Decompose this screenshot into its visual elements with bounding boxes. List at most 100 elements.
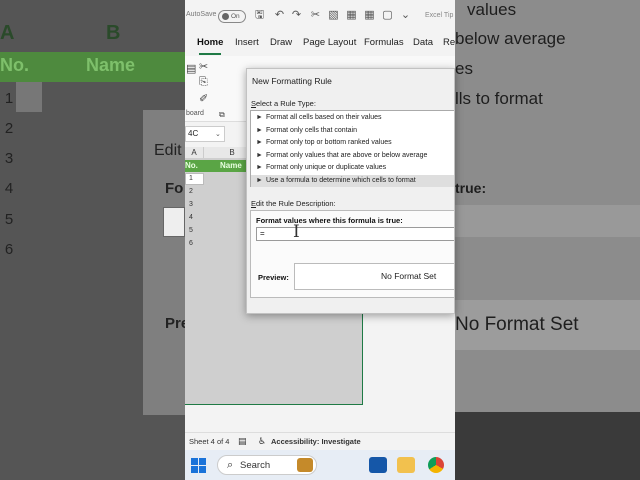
cut-icon[interactable]: ✂ [309,9,322,22]
borders-icon[interactable]: ▢ [381,9,394,22]
bg-dialog-edge: Edit Fo Pre [143,110,189,415]
arrow-icon: ► [256,114,263,121]
autosave-toggle[interactable]: On [218,10,246,23]
tab-home[interactable]: Home [197,37,223,48]
search-label: Search [240,460,271,471]
arrow-icon: ► [256,139,263,146]
new-formatting-rule-dialog: New Formatting Rule Select a Rule Type: … [246,68,455,314]
rule-type-list[interactable]: ► Format all cells based on their values … [250,110,454,187]
preview-label: Preview: [258,273,289,282]
arrow-icon: ► [256,126,263,134]
column-header-a[interactable]: A [185,147,204,158]
ribbon-tabs: Home Insert Draw Page Layout Formulas Da… [185,34,455,54]
bg-text: lls to format [455,89,543,108]
bg-row-number: 2 [4,120,14,137]
search-icon: ⌕ [227,459,234,471]
paste-icon[interactable]: ▤ [186,62,196,75]
bg-cell [16,82,42,112]
rule-type-item[interactable]: ► Format only top or bottom ranked values [251,137,454,150]
bg-formula-strip [455,205,640,237]
format-painter-icon[interactable]: ▧ [327,9,340,22]
tab-data[interactable]: Data [413,37,433,48]
taskbar-search[interactable]: ⌕ Search [217,455,317,475]
file-explorer-icon[interactable] [397,457,415,473]
rule-type-item[interactable]: ► Format only values that are above or be… [251,150,454,163]
rule-type-item[interactable]: ► Format only cells that contain [251,125,454,138]
bg-row-number: 1 [4,90,14,107]
sheet-indicator: Sheet 4 of 4 [189,437,230,446]
tab-review[interactable]: Rev [443,37,455,48]
save-icon[interactable]: 🖫 [253,9,266,22]
chevron-down-icon[interactable]: ⌄ [215,130,221,138]
bg-text: values [467,0,517,19]
bg-header-name: Name [86,55,136,75]
dialog-launcher-icon[interactable]: ⧉ [219,110,225,120]
copy-icon[interactable]: ⎘ [199,76,208,89]
search-highlight-icon [297,458,313,472]
bg-row-number: 4 [4,180,14,197]
grid-icon[interactable]: ▦ [363,9,376,22]
bg-text: below average [455,29,566,48]
dialog-title: New Formatting Rule [252,76,332,86]
clipboard-group-label: board [186,110,204,117]
bg-column-b: B [106,22,121,44]
arrow-icon: ► [256,164,263,171]
row-number: 1 [189,175,193,182]
bg-header-row: No. Name [0,52,185,82]
file-title: Excel Tip [425,12,454,19]
autosave-label: AutoSave [186,11,217,18]
row-number: 3 [189,201,193,208]
screen: A B No. Name 1 2 3 4 5 6 Edit Fo Pre val… [0,0,640,480]
bg-format-label: Fo [165,180,184,197]
bg-column-a: A [0,22,15,44]
title-bar: AutoSave On 🖫 ↶ ↷ ✂ ▧ ▦ ▦ ▢ ⌄ Excel Tip [185,0,455,30]
table-icon[interactable]: ▦ [345,9,358,22]
rule-type-item[interactable]: ► Format all cells based on their values [251,112,454,125]
row-number: 6 [189,240,193,247]
bg-text: true: [455,180,487,196]
tab-page-layout[interactable]: Page Layout [303,37,356,48]
undo-icon[interactable]: ↶ [273,9,286,22]
row-number: 2 [189,188,193,195]
rule-type-item-selected[interactable]: ► Use a formula to determine which cells … [251,174,454,187]
bg-right-panel: values below average es lls to format tr… [455,0,640,412]
tab-draw[interactable]: Draw [270,37,292,48]
accessibility-icon[interactable]: ♿ [258,436,266,447]
status-bar: Sheet 4 of 4 ▤ ♿ Accessibility: Investig… [185,432,455,450]
row-number: 5 [189,227,193,234]
format-values-label: Format values where this formula is true… [256,216,403,225]
cut-icon[interactable]: ✂ [199,60,208,73]
text-cursor-icon: I [293,222,300,242]
arrow-icon: ► [256,176,263,184]
customize-icon[interactable]: ⌄ [399,9,412,22]
bg-row-number: 6 [4,241,14,258]
accessibility-status[interactable]: Accessibility: Investigate [271,437,361,446]
rule-type-item[interactable]: ► Format only unique or duplicate values [251,162,454,175]
select-rule-type-label: Select a Rule Type: [251,99,316,108]
edit-rule-description-label: Edit the Rule Description: [251,199,336,208]
preview-box: No Format Set [294,263,454,290]
active-tab-indicator [199,53,221,55]
windows-start-icon[interactable] [191,458,206,473]
bg-preview-strip: No Format Set [455,300,640,350]
chrome-icon[interactable] [428,457,444,473]
tab-insert[interactable]: Insert [235,37,259,48]
workbook-statistics-icon[interactable]: ▤ [238,436,247,447]
rule-description-box: Format values where this formula is true… [250,210,454,298]
bg-row-number: 3 [4,150,14,167]
formula-input[interactable]: = [256,227,454,241]
arrow-icon: ► [256,151,263,159]
bg-row-number: 5 [4,211,14,228]
tab-formulas[interactable]: Formulas [364,37,404,48]
row-number: 4 [189,214,193,221]
outlook-icon[interactable] [369,457,387,473]
bg-formula-box [163,207,185,237]
header-no: No. [185,161,198,170]
bg-header-no: No. [0,55,29,75]
redo-icon[interactable]: ↷ [290,9,303,22]
bg-edit-label: Edit [154,142,182,159]
header-name: Name [220,161,242,170]
format-painter-icon[interactable]: ✐ [199,92,208,105]
bg-text: No Format Set [455,314,579,335]
taskbar: ⌕ Search [185,450,455,480]
